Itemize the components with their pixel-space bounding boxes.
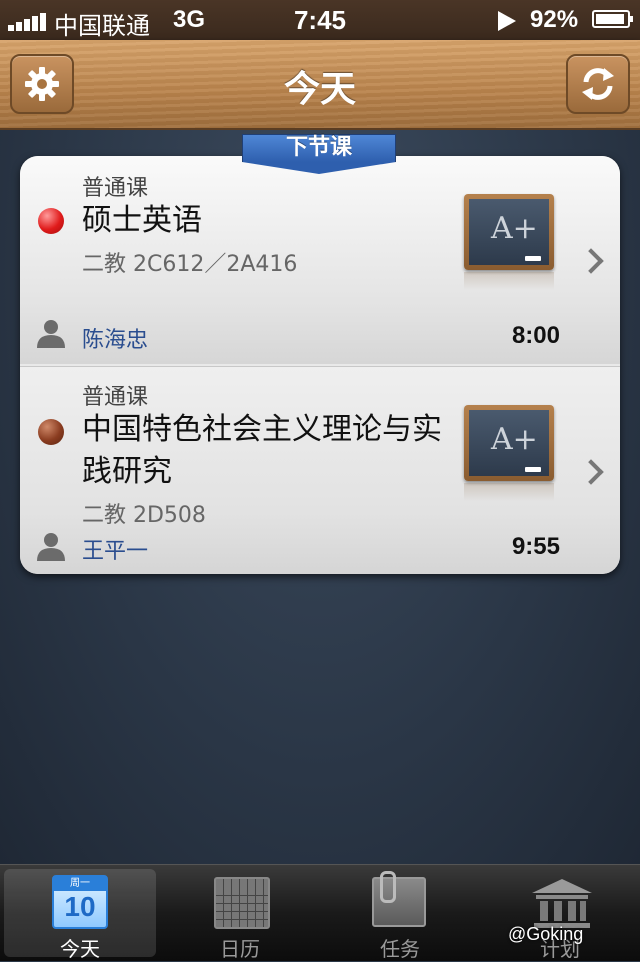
- class-location: 二教 2D508: [82, 503, 206, 528]
- calendar-day-icon: 周一 10: [52, 875, 108, 929]
- chevron-right-icon: [578, 459, 604, 485]
- refresh-button[interactable]: [566, 54, 630, 114]
- chalkboard-reflection: [464, 483, 554, 501]
- person-icon: [37, 533, 65, 561]
- page-title: 今天: [283, 69, 356, 110]
- refresh-icon: [582, 68, 614, 100]
- class-time: 8:00: [511, 322, 560, 349]
- chalkboard-reflection: [464, 272, 554, 290]
- battery-percent: 92%: [530, 6, 579, 33]
- status-bar: 中国联通 3G 7:45 92%: [0, 0, 640, 40]
- class-name: 中国特色社会主义理论与实践研究: [82, 412, 442, 489]
- tab-calendar[interactable]: 日历: [164, 869, 316, 961]
- class-type: 普通课: [82, 176, 149, 201]
- watermark: @Goking: [508, 924, 584, 944]
- class-name: 硕士英语: [82, 203, 202, 238]
- teacher-name[interactable]: 王平一: [82, 533, 148, 565]
- chalkboard-icon: A+: [464, 405, 554, 481]
- status-dot-icon: [38, 419, 64, 445]
- class-row[interactable]: 普通课 硕士英语 二教 2C612／2A416 A+ 陈海忠 8:00: [20, 156, 620, 364]
- next-class-tag-pointer: [242, 162, 396, 174]
- class-row[interactable]: 普通课 中国特色社会主义理论与实践研究 二教 2D508 A+ 王平一 9:55: [20, 366, 620, 574]
- chevron-right-icon: [578, 248, 604, 274]
- class-list-card: 普通课 硕士英语 二教 2C612／2A416 A+ 陈海忠 8:00 普通课 …: [20, 156, 620, 574]
- next-class-tag: 下节课: [242, 134, 396, 162]
- play-icon: [498, 11, 516, 31]
- tab-bar: 周一 10 今天 日历 任务 计划: [0, 864, 640, 961]
- tab-label: 今天: [60, 937, 100, 961]
- battery-icon: [592, 10, 633, 28]
- building-icon: [532, 879, 592, 928]
- status-dot-icon: [38, 208, 64, 234]
- calendar-grid-icon: [214, 877, 270, 929]
- tab-label: 日历: [220, 937, 260, 961]
- task-clip-icon: [372, 871, 426, 927]
- class-type: 普通课: [82, 385, 149, 410]
- chalkboard-icon: A+: [464, 194, 554, 270]
- nav-header: 今天: [0, 40, 640, 130]
- tab-label: 任务: [380, 937, 420, 961]
- teacher-name[interactable]: 陈海忠: [82, 322, 148, 354]
- class-location: 二教 2C612／2A416: [82, 252, 298, 277]
- tab-tasks[interactable]: 任务: [324, 869, 476, 961]
- person-icon: [37, 320, 65, 348]
- tab-today[interactable]: 周一 10 今天: [4, 869, 156, 961]
- class-time: 9:55: [511, 533, 560, 560]
